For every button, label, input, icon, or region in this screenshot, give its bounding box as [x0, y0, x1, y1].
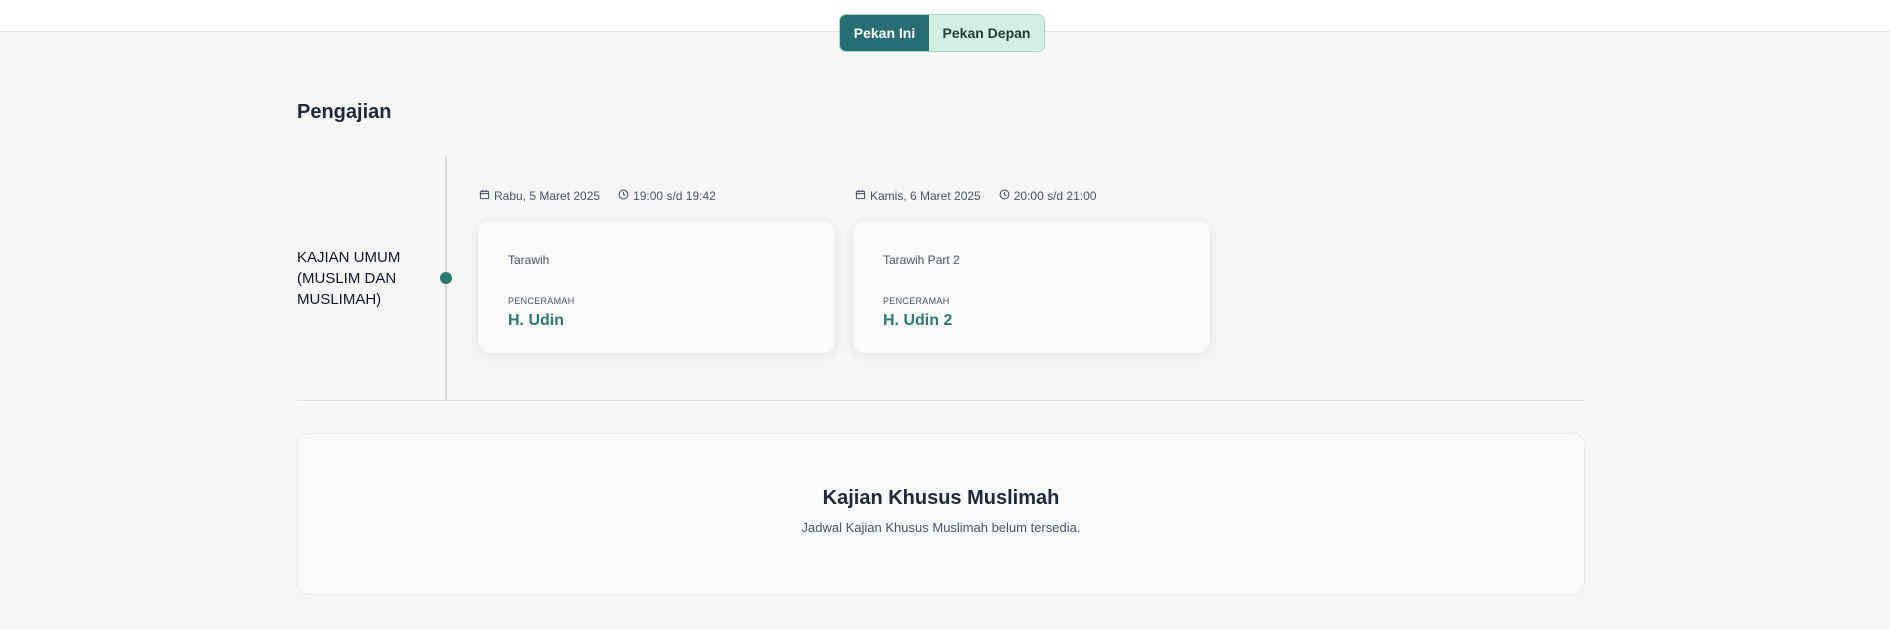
event-meta: Rabu, 5 Maret 2025 19:00 s/d 19:42: [479, 189, 716, 203]
category-label: KAJIAN UMUM (MUSLIM DAN MUSLIMAH): [297, 249, 401, 308]
next-week-button[interactable]: Pekan Depan: [929, 15, 1044, 51]
this-week-button[interactable]: Pekan Ini: [840, 15, 929, 51]
calendar-icon: [479, 189, 490, 203]
event-meta: Kamis, 6 Maret 2025 20:00 s/d 21:00: [855, 189, 1096, 203]
speaker-role-label: PENCERAMAH: [508, 296, 575, 306]
week-toggle: Pekan Ini Pekan Depan: [839, 14, 1045, 52]
event-card[interactable]: Tarawih PENCERAMAH H. Udin: [478, 221, 835, 353]
clock-icon: [618, 189, 629, 203]
event-name: Tarawih: [508, 253, 550, 267]
event-date: Rabu, 5 Maret 2025: [494, 189, 601, 203]
event-time: 20:00 s/d 21:00: [1013, 189, 1097, 203]
empty-state-title: Kajian Khusus Muslimah: [822, 487, 1060, 509]
clock-icon: [999, 189, 1010, 203]
timeline-dot: [440, 272, 452, 284]
speaker-name: H. Udin 2: [883, 312, 953, 329]
empty-state-message: Jadwal Kajian Khusus Muslimah belum ters…: [801, 520, 1081, 535]
empty-state-card: Kajian Khusus Muslimah Jadwal Kajian Khu…: [297, 433, 1585, 595]
event-name: Tarawih Part 2: [883, 253, 960, 267]
event-card[interactable]: Tarawih Part 2 PENCERAMAH H. Udin 2: [853, 221, 1210, 353]
event-date: Kamis, 6 Maret 2025: [870, 189, 981, 203]
event-time: 19:00 s/d 19:42: [633, 189, 716, 203]
speaker-name: H. Udin: [508, 312, 564, 329]
speaker-role-label: PENCERAMAH: [883, 296, 950, 306]
section-divider: [297, 400, 1585, 401]
calendar-icon: [855, 189, 866, 203]
section-title: Pengajian: [297, 101, 392, 123]
